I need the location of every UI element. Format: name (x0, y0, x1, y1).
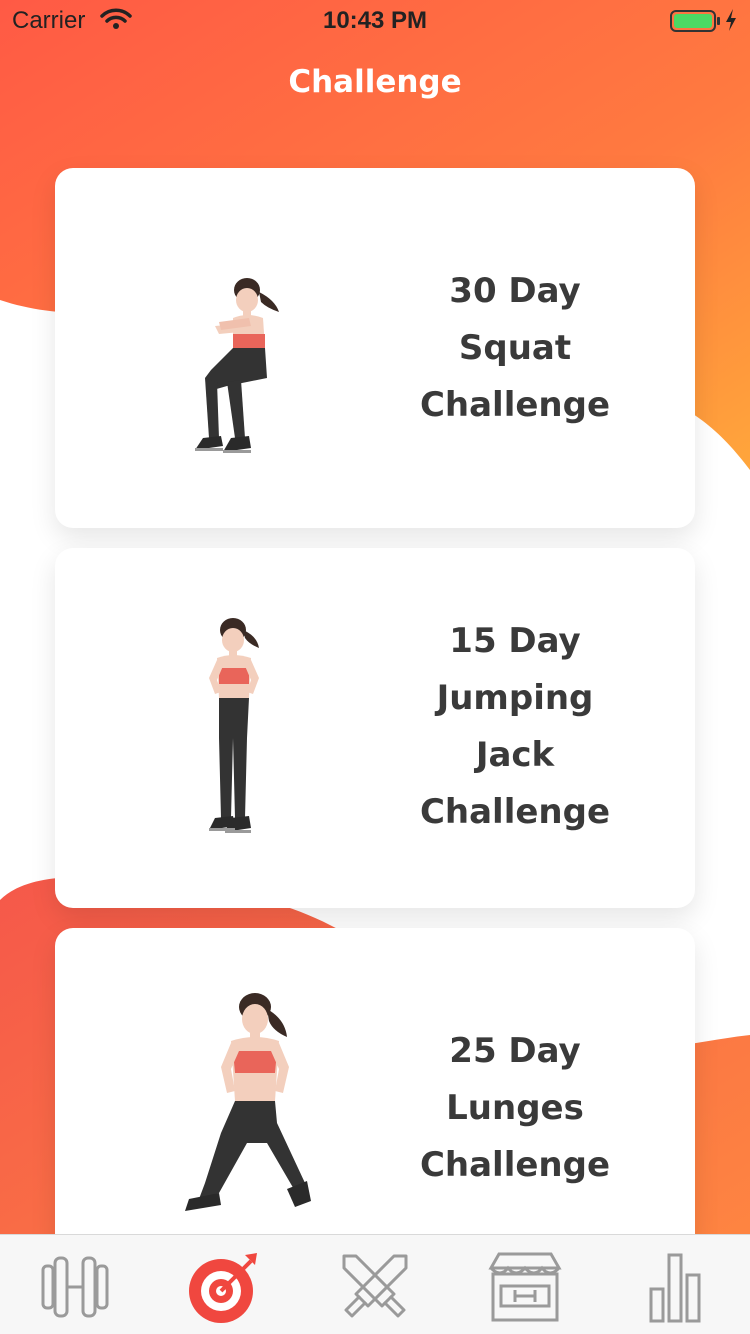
crossed-swords-icon (342, 1254, 408, 1318)
challenge-title: 30 Day Squat Challenge (395, 263, 635, 434)
challenge-title: 25 Day Lunges Challenge (395, 1023, 635, 1194)
tab-challenges[interactable] (180, 1247, 270, 1327)
challenge-title-line: Lunges (446, 1088, 584, 1128)
challenge-title-line: 30 Day (449, 271, 581, 311)
challenge-title-line: Challenge (419, 792, 611, 832)
challenge-title-line: 15 Day (449, 621, 581, 661)
dumbbell-icon (41, 1256, 109, 1318)
bar-chart-icon (649, 1253, 701, 1323)
bolt-icon (724, 8, 738, 39)
challenge-card-jumping-jack[interactable]: 15 Day Jumping Jack Challenge (55, 548, 695, 908)
challenge-title-line: 25 Day (449, 1031, 581, 1071)
tab-bar (0, 1234, 750, 1334)
woman-squat-illustration (195, 278, 279, 453)
tab-gym[interactable] (480, 1247, 570, 1327)
woman-lunge-illustration (185, 993, 311, 1211)
gym-store-icon (488, 1252, 562, 1322)
challenge-title: 15 Day Jumping Jack Challenge (395, 613, 635, 841)
tab-stats[interactable] (630, 1247, 720, 1327)
challenge-card-squat[interactable]: 30 Day Squat Challenge (55, 168, 695, 528)
woman-standing-illustration (209, 618, 259, 833)
tab-battle[interactable] (330, 1247, 420, 1327)
challenge-title-line: Challenge (419, 385, 611, 425)
page-title: Challenge (288, 64, 462, 100)
challenge-title-line: Challenge (419, 1145, 611, 1185)
battery-icon (670, 9, 722, 40)
challenge-title-line: Squat (458, 328, 572, 368)
status-bar: Carrier 10:43 PM (0, 0, 750, 40)
challenge-title-line: Jack (475, 735, 555, 775)
tab-workouts[interactable] (30, 1247, 120, 1327)
target-icon (189, 1253, 257, 1323)
challenge-title-line: Jumping (436, 678, 594, 718)
challenge-card-lunges[interactable]: 25 Day Lunges Challenge (55, 928, 695, 1268)
status-time: 10:43 PM (322, 7, 428, 34)
